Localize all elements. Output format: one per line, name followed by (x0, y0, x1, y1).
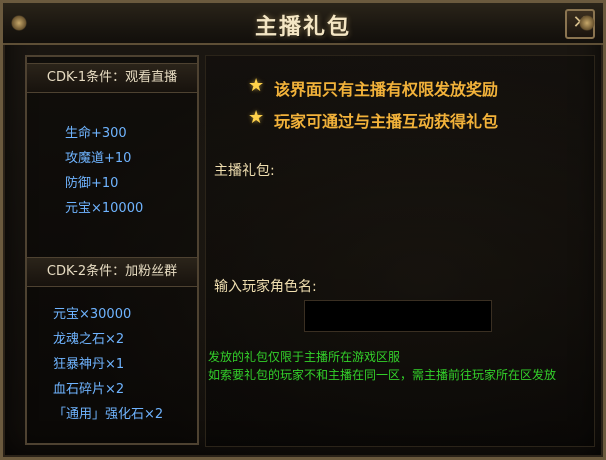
star-icon: ★ (248, 107, 265, 128)
distribution-panel: ★ 该界面只有主播有权限发放奖励 ★ 玩家可通过与主播互动获得礼包 主播礼包: … (205, 55, 595, 447)
list-item: 「通用」强化石×2 (53, 407, 164, 422)
close-icon: ✕ (572, 12, 588, 33)
list-item: 元宝×10000 (65, 201, 144, 216)
player-name-input[interactable] (304, 300, 492, 332)
note-1: 发放的礼包仅限于主播所在游戏区服 (208, 350, 401, 364)
list-item: 生命+300 (65, 126, 127, 141)
gift-window: 主播礼包 ✕ CDK-1条件：观看直播 生命+300 攻魔道+10 防御+10 … (0, 0, 606, 460)
star-icon: ★ (248, 75, 265, 96)
notice-2: ★ 玩家可通过与主播互动获得礼包 (248, 107, 499, 132)
cdk2-heading: CDK-2条件：加粉丝群 (27, 257, 197, 287)
list-item: 龙魂之石×2 (53, 332, 125, 347)
note-2: 如索要礼包的玩家不和主播在同一区，需主播前往玩家所在区发放 (208, 368, 557, 382)
close-button[interactable]: ✕ (565, 9, 595, 39)
list-item: 狂暴神丹×1 (53, 357, 125, 372)
cdk1-heading: CDK-1条件：观看直播 (27, 63, 197, 93)
cdk2-reward-list: 元宝×30000 龙魂之石×2 狂暴神丹×1 血石碎片×2 「通用」强化石×2 (53, 302, 163, 427)
list-item: 攻魔道+10 (65, 151, 132, 166)
list-item: 防御+10 (65, 176, 119, 191)
gift-label: 主播礼包: (214, 163, 275, 179)
notice-text: 该界面只有主播有权限发放奖励 (274, 80, 499, 99)
conditions-panel: CDK-1条件：观看直播 生命+300 攻魔道+10 防御+10 元宝×1000… (25, 55, 199, 445)
cdk1-reward-list: 生命+300 攻魔道+10 防御+10 元宝×10000 (65, 121, 143, 221)
window-title: 主播礼包 (254, 15, 351, 40)
notice-text: 玩家可通过与主播互动获得礼包 (274, 112, 499, 131)
notice-1: ★ 该界面只有主播有权限发放奖励 (248, 75, 499, 100)
list-item: 元宝×30000 (53, 307, 132, 322)
list-item: 血石碎片×2 (53, 382, 125, 397)
title-bar: 主播礼包 ✕ (3, 3, 603, 45)
player-name-label: 输入玩家角色名: (214, 279, 317, 295)
